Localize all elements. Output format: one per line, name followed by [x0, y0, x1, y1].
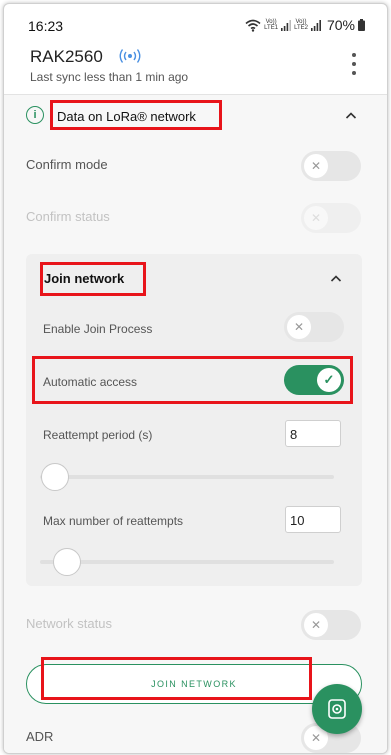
network-status-toggle[interactable]: ✕ [301, 610, 361, 640]
signal-icon [310, 19, 321, 31]
battery-percent: 70% [326, 17, 355, 33]
network-status-label: Network status [26, 616, 112, 631]
confirm-status-toggle[interactable]: ✕ [301, 203, 361, 233]
confirm-mode-row: Confirm mode ✕ [4, 149, 387, 183]
device-fab-button[interactable] [312, 684, 362, 734]
confirm-status-row: Confirm status ✕ [4, 201, 387, 235]
status-time: 16:23 [28, 18, 64, 34]
device-name: RAK2560 [30, 47, 103, 66]
wifi-icon [245, 19, 261, 32]
max-reattempts-label: Max number of reattempts [43, 514, 184, 528]
close-icon: ✕ [304, 154, 328, 178]
confirm-mode-label: Confirm mode [26, 157, 108, 172]
phone-screen: 16:23 Vo)) LTE1 Vo)) LTE2 70% RAK2560 La… [3, 3, 388, 754]
enable-join-toggle[interactable]: ✕ [284, 312, 344, 342]
app-header: RAK2560 Last sync less than 1 min ago [4, 44, 387, 95]
close-icon: ✕ [304, 206, 328, 230]
broadcast-icon [119, 49, 141, 63]
network-status-row: Network status ✕ [4, 608, 387, 642]
adr-label: ADR [26, 729, 54, 744]
battery-icon [358, 19, 365, 31]
automatic-access-toggle[interactable]: ✓ [284, 365, 344, 395]
join-network-card: Join network Enable Join Process ✕ Autom… [26, 254, 362, 586]
check-icon: ✓ [317, 368, 341, 392]
max-reattempts-slider[interactable] [40, 560, 334, 564]
close-icon: ✕ [287, 315, 311, 339]
reattempt-slider-thumb[interactable] [41, 463, 69, 491]
status-bar: 16:23 Vo)) LTE1 Vo)) LTE2 70% [4, 4, 387, 44]
close-icon: ✕ [304, 613, 328, 637]
join-network-title: Join network [44, 271, 125, 286]
last-sync-text: Last sync less than 1 min ago [30, 70, 189, 84]
section-title: Data on LoRa® network [57, 109, 196, 124]
sim1-label: Vo)) LTE1 [264, 19, 279, 31]
signal-icon [281, 19, 292, 31]
device-icon [328, 699, 346, 719]
enable-join-label: Enable Join Process [43, 322, 153, 336]
automatic-access-label: Automatic access [43, 375, 138, 389]
status-icons: Vo)) LTE1 Vo)) LTE2 70% [245, 17, 365, 33]
kebab-menu-icon[interactable] [351, 53, 357, 75]
reattempt-period-label: Reattempt period (s) [43, 428, 153, 442]
chevron-up-icon[interactable] [330, 273, 342, 285]
confirm-status-label: Confirm status [26, 209, 110, 224]
max-reattempts-input[interactable]: 10 [285, 506, 341, 533]
info-icon: i [26, 106, 44, 124]
sim2-label: Vo)) LTE2 [294, 19, 308, 31]
chevron-up-icon[interactable] [345, 110, 357, 122]
reattempt-slider[interactable] [40, 475, 334, 479]
join-network-button[interactable]: JOIN NETWORK [26, 664, 362, 704]
reattempt-period-input[interactable]: 8 [285, 420, 341, 447]
confirm-mode-toggle[interactable]: ✕ [301, 151, 361, 181]
max-reattempts-slider-thumb[interactable] [53, 548, 81, 576]
